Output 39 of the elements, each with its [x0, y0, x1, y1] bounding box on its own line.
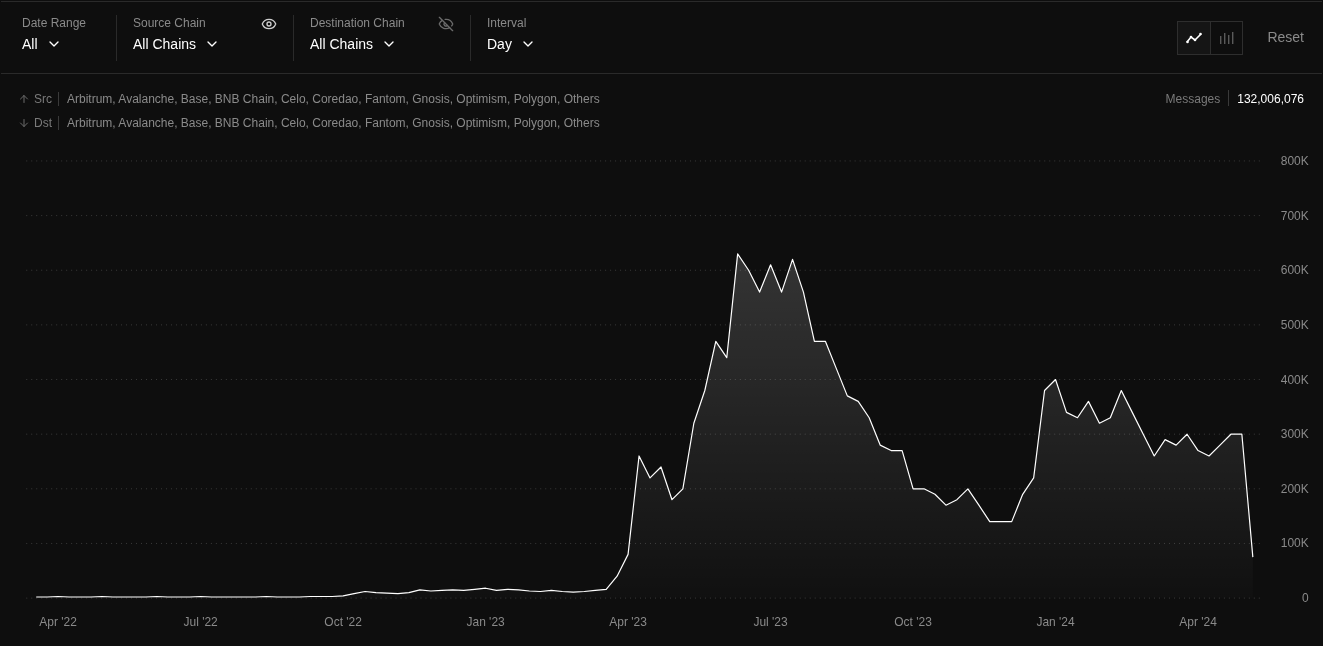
chain-list: Arbitrum, Avalanche, Base, BNB Chain, Celo, Coredao, Fantom, Gnosis, Optimism, Polygon, Others [67, 90, 600, 108]
filter-dropdown[interactable]: Day [487, 33, 536, 55]
axis-label: Jul '23 [753, 615, 788, 630]
axis-label: 300K [1280, 427, 1309, 442]
eye-off-icon[interactable] [438, 15, 454, 32]
axis-label: 100K [1280, 536, 1309, 551]
arrow-down-icon [18, 117, 30, 129]
filter-label: Interval [487, 14, 528, 31]
filter-label: Destination Chain [310, 14, 406, 31]
axis-label: Apr '23 [609, 615, 647, 630]
total-label: Messages [1165, 91, 1221, 108]
axis-label: 200K [1280, 481, 1309, 496]
axis-label: Jan '24 [1036, 615, 1075, 630]
axis-label: Oct '23 [894, 615, 932, 630]
chain-list: Arbitrum, Avalanche, Base, BNB Chain, Celo, Coredao, Fantom, Gnosis, Optimism, Polygon, Others [67, 114, 600, 132]
axis-label: Oct '22 [324, 615, 362, 630]
axis-label: 600K [1280, 263, 1309, 278]
axis-label: Apr '24 [1179, 615, 1217, 630]
legend-label: Dst [34, 115, 53, 132]
line-chart-icon [1186, 31, 1203, 44]
axis-label: 400K [1280, 372, 1309, 387]
axis-label: 700K [1280, 208, 1309, 223]
filter-dropdown[interactable]: All Chains [310, 33, 398, 55]
chart-type-toggle[interactable] [1178, 21, 1211, 54]
axis-label: 500K [1280, 317, 1309, 332]
bar-chart-icon [1218, 30, 1235, 45]
arrow-up-icon [18, 93, 30, 105]
axis-label: 800K [1280, 153, 1309, 168]
axis-label: Jul '22 [183, 615, 218, 630]
reset-button[interactable]: Reset [1267, 27, 1304, 48]
axis-label: Apr '22 [39, 615, 77, 630]
filter-dropdown[interactable]: All [22, 33, 62, 55]
filter-label: Date Range [22, 14, 88, 31]
legend-label: Src [34, 91, 53, 108]
axis-label: 0 [1302, 591, 1309, 606]
filter-dropdown[interactable]: All Chains [133, 33, 221, 55]
total-value: 132,006,076 [1237, 91, 1304, 108]
filter-label: Source Chain [133, 14, 207, 31]
axis-label: Jan '23 [466, 615, 505, 630]
